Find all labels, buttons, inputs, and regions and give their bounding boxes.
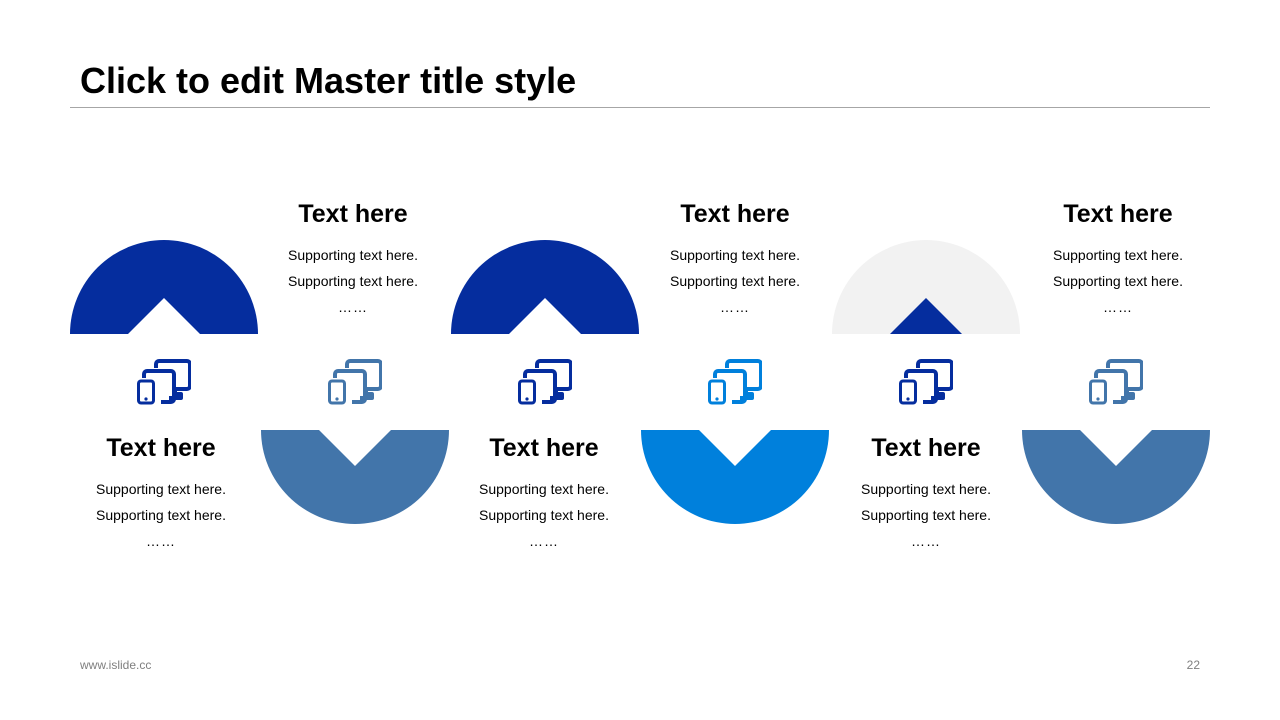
title-divider xyxy=(70,107,1210,108)
ellipsis: …… xyxy=(1103,299,1133,315)
supporting-text: Supporting text here. xyxy=(479,481,609,497)
supporting-text: Supporting text here. xyxy=(1053,273,1183,289)
text-block-2: Text here Supporting text here. Supporti… xyxy=(253,198,453,320)
ellipsis: …… xyxy=(146,533,176,549)
devices-icon xyxy=(1089,359,1143,405)
block-heading: Text here xyxy=(106,434,216,462)
supporting-text: Supporting text here. xyxy=(288,273,418,289)
ellipsis: …… xyxy=(911,533,941,549)
block-heading: Text here xyxy=(1063,200,1173,228)
text-block-1: Text here Supporting text here. Supporti… xyxy=(61,432,261,554)
block-heading: Text here xyxy=(489,434,599,462)
supporting-text: Supporting text here. xyxy=(96,481,226,497)
devices-icon xyxy=(708,359,762,405)
text-block-3: Text here Supporting text here. Supporti… xyxy=(444,432,644,554)
semicircle-shape-1 xyxy=(70,240,258,334)
ellipsis: …… xyxy=(338,299,368,315)
supporting-text: Supporting text here. xyxy=(861,507,991,523)
supporting-text: Supporting text here. xyxy=(479,507,609,523)
supporting-text: Supporting text here. xyxy=(861,481,991,497)
ellipsis: …… xyxy=(720,299,750,315)
block-heading: Text here xyxy=(680,200,790,228)
devices-icon xyxy=(518,359,572,405)
text-block-5: Text here Supporting text here. Supporti… xyxy=(826,432,1026,554)
supporting-text: Supporting text here. xyxy=(670,273,800,289)
supporting-text: Supporting text here. xyxy=(96,507,226,523)
supporting-text: Supporting text here. xyxy=(1053,247,1183,263)
semicircle-shape-2 xyxy=(261,430,449,524)
semicircle-shape-5 xyxy=(832,240,1020,334)
ellipsis: …… xyxy=(529,533,559,549)
supporting-text: Supporting text here. xyxy=(670,247,800,263)
text-block-4: Text here Supporting text here. Supporti… xyxy=(635,198,835,320)
text-block-6: Text here Supporting text here. Supporti… xyxy=(1018,198,1218,320)
supporting-text: Supporting text here. xyxy=(288,247,418,263)
footer-url: www.islide.cc xyxy=(80,658,152,672)
block-heading: Text here xyxy=(298,200,408,228)
semicircle-shape-4 xyxy=(641,430,829,524)
block-heading: Text here xyxy=(871,434,981,462)
devices-icon xyxy=(137,359,191,405)
semicircle-shape-3 xyxy=(451,240,639,334)
devices-icon xyxy=(899,359,953,405)
semicircle-shape-6 xyxy=(1022,430,1210,524)
devices-icon xyxy=(328,359,382,405)
slide-title[interactable]: Click to edit Master title style xyxy=(80,60,576,102)
page-number: 22 xyxy=(1186,658,1200,672)
